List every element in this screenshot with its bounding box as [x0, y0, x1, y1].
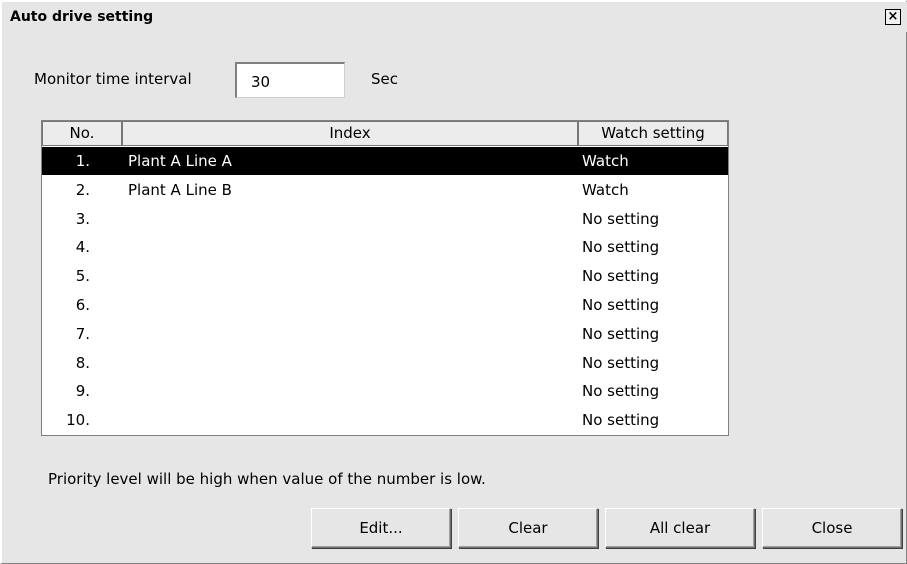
- table-row[interactable]: 10. No setting: [42, 406, 728, 434]
- row-number: 6.: [75, 296, 90, 314]
- row-watch-setting: No setting: [582, 209, 660, 228]
- row-watch-setting: No setting: [582, 296, 660, 314]
- close-icon[interactable]: ×: [885, 9, 901, 25]
- row-watch-setting: No setting: [582, 353, 660, 372]
- monitor-interval-unit: Sec: [371, 70, 398, 88]
- title-bar[interactable]: Auto drive setting ×: [2, 2, 907, 32]
- close-button[interactable]: Close: [762, 508, 902, 548]
- row-watch-setting: No setting: [582, 238, 660, 257]
- table-row[interactable]: 2. Plant A Line B Watch: [42, 176, 728, 204]
- row-number: 3.: [75, 209, 90, 228]
- monitor-interval-label: Monitor time interval: [34, 70, 192, 88]
- row-number: 8.: [75, 353, 90, 372]
- table-row[interactable]: 5. No setting: [42, 262, 728, 290]
- row-number: 10.: [66, 411, 90, 430]
- row-watch-setting: Watch: [582, 152, 629, 170]
- row-number: 7.: [75, 324, 90, 343]
- table-row[interactable]: 3. No setting: [42, 205, 728, 233]
- table-row[interactable]: 1. Plant A Line A Watch: [42, 147, 728, 175]
- row-number: 5.: [75, 267, 90, 286]
- table-header: No. Index Watch setting: [42, 121, 728, 146]
- row-watch-setting: No setting: [582, 267, 660, 286]
- window-title: Auto drive setting: [10, 9, 154, 25]
- clear-button[interactable]: Clear: [458, 508, 598, 548]
- table-row[interactable]: 4. No setting: [42, 233, 728, 261]
- row-number: 1.: [75, 152, 90, 170]
- column-header-no[interactable]: No.: [42, 121, 122, 146]
- drive-list-table: No. Index Watch setting 1. Plant A Line A…: [41, 120, 729, 436]
- table-row[interactable]: 9. No setting: [42, 377, 728, 405]
- row-watch-setting: Watch: [582, 180, 629, 199]
- monitor-interval-input[interactable]: [235, 62, 345, 98]
- row-index: Plant A Line B: [128, 180, 232, 199]
- table-row[interactable]: 6. No setting: [42, 291, 728, 319]
- row-watch-setting: No setting: [582, 411, 660, 430]
- row-number: 9.: [75, 382, 90, 401]
- all-clear-button[interactable]: All clear: [605, 508, 755, 548]
- auto-drive-setting-dialog: Auto drive setting × Monitor time interv…: [0, 0, 907, 564]
- table-row[interactable]: 8. No setting: [42, 349, 728, 377]
- edit-button[interactable]: Edit...: [311, 508, 451, 548]
- row-number: 4.: [75, 238, 90, 257]
- table-row[interactable]: 7. No setting: [42, 320, 728, 348]
- column-header-watch-setting[interactable]: Watch setting: [578, 121, 728, 146]
- row-index: Plant A Line A: [128, 152, 232, 170]
- row-watch-setting: No setting: [582, 324, 660, 343]
- priority-note: Priority level will be high when value o…: [48, 470, 486, 488]
- row-number: 2.: [75, 180, 90, 199]
- row-watch-setting: No setting: [582, 382, 660, 401]
- column-header-index[interactable]: Index: [122, 121, 578, 146]
